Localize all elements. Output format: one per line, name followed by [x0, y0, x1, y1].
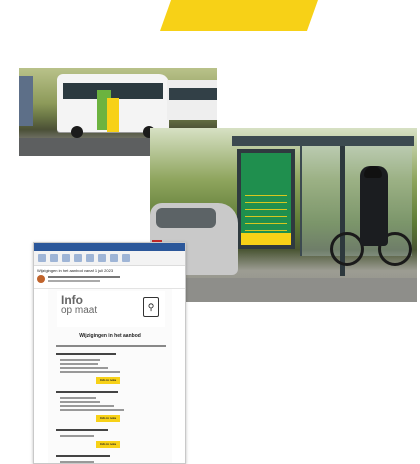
bullet-line: [60, 409, 124, 411]
yellow-banner-shape: [160, 0, 318, 31]
ribbon-icon: [86, 254, 94, 262]
email-screenshot: Wijzigingen in het aanbod vanaf 1 juli 2…: [33, 242, 186, 464]
billboard-lines: [245, 191, 287, 231]
section-title: [56, 455, 110, 457]
bullet-line: [60, 401, 100, 403]
bus-second-windows: [169, 88, 217, 100]
bullet-line: [60, 367, 108, 369]
bullet-line: [60, 371, 120, 373]
bullet-line: [60, 359, 100, 361]
email-header: Wijzigingen in het aanbod vanaf 1 juli 2…: [34, 266, 185, 289]
email-titlebar: [34, 243, 185, 251]
bus-wheel: [71, 126, 83, 138]
bullet-line: [60, 363, 98, 365]
email-ribbon: [34, 251, 185, 266]
bus-shelter-roof: [232, 136, 414, 146]
sender-avatar: [37, 275, 45, 283]
bicycle-wheel: [330, 232, 364, 266]
email-heading: Wijzigingen in het aanbod: [79, 333, 141, 339]
ribbon-icon: [62, 254, 70, 262]
bus-yellow-stripe: [107, 98, 119, 132]
bullet-line: [60, 405, 114, 407]
ribbon-icon: [50, 254, 58, 262]
bus-partial-left: [19, 76, 33, 126]
bullet-line: [60, 435, 94, 437]
info-op-maat-box: Info op maat ⚲: [57, 291, 165, 327]
bus-windows: [63, 83, 163, 99]
billboard-poster: [241, 153, 291, 245]
email-body: Info op maat ⚲ Wijzigingen in het aanbod…: [48, 289, 172, 463]
cta-button[interactable]: Info in nota: [96, 441, 120, 448]
cyclist: [360, 166, 388, 246]
ribbon-icon: [110, 254, 118, 262]
car-window: [156, 208, 216, 228]
sender-line: [48, 276, 120, 278]
bus-stop-icon: ⚲: [143, 297, 159, 317]
section-title: [56, 391, 118, 393]
billboard-yellow-strip: [241, 233, 291, 245]
ribbon-icon: [122, 254, 130, 262]
cta-button[interactable]: Info in nota: [96, 377, 120, 384]
cyclist-helmet: [364, 166, 382, 178]
ribbon-icon: [38, 254, 46, 262]
bus-second: [167, 80, 217, 120]
billboard-street-photo: [150, 128, 417, 302]
pavement: [150, 278, 417, 302]
cta-button[interactable]: Info in nota: [96, 415, 120, 422]
info-subtitle: op maat: [61, 305, 98, 316]
bullet-line: [60, 397, 96, 399]
ribbon-icon: [98, 254, 106, 262]
section-title: [56, 429, 108, 431]
intro-text: [56, 345, 166, 347]
sender-line: [48, 280, 100, 282]
email-subject: Wijzigingen in het aanbod vanaf 1 juli 2…: [37, 268, 114, 273]
section-title: [56, 353, 116, 355]
ribbon-icon: [74, 254, 82, 262]
